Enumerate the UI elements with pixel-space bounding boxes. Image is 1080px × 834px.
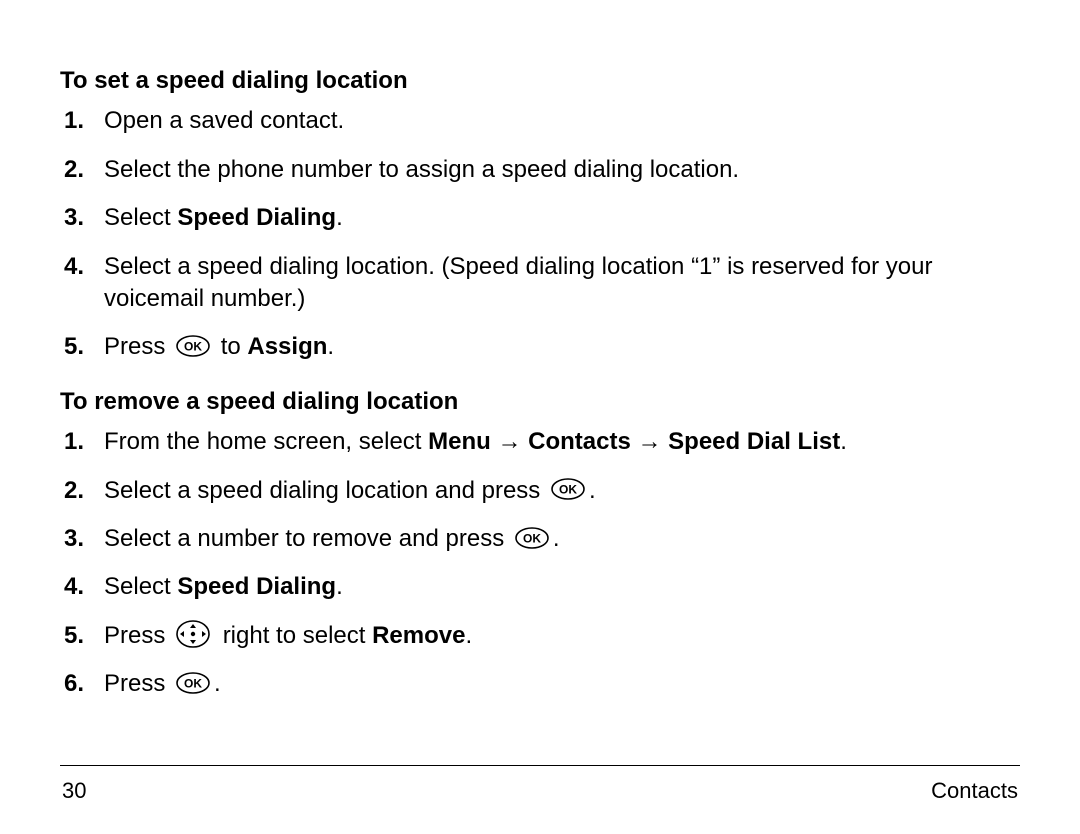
bold-term: Remove — [372, 622, 465, 649]
text-fragment: From the home screen, select — [104, 428, 428, 455]
step-number: 3. — [60, 202, 104, 234]
bold-term: Speed Dialing — [177, 573, 336, 600]
list-item: 5. Press OK to Assign. — [60, 331, 1020, 363]
document-content: To set a speed dialing location 1. Open … — [60, 65, 1020, 765]
text-fragment: Select a number to remove and press — [104, 525, 511, 552]
list-item: 3. Select Speed Dialing. — [60, 202, 1020, 234]
step-text: Press OK to Assign. — [104, 331, 1020, 363]
step-text: Open a saved contact. — [104, 105, 1020, 137]
text-fragment: Select a speed dialing location and pres… — [104, 477, 547, 504]
text-fragment: . — [214, 670, 221, 697]
steps-list-set: 1. Open a saved contact. 2. Select the p… — [60, 105, 1020, 363]
svg-text:OK: OK — [184, 676, 202, 690]
step-text: Select a number to remove and press OK . — [104, 523, 1020, 555]
list-item: 6. Press OK . — [60, 668, 1020, 700]
text-fragment: Press — [104, 333, 172, 360]
list-item: 2. Select the phone number to assign a s… — [60, 154, 1020, 186]
step-text: Press right to select Remove. — [104, 620, 1020, 652]
bold-term: Assign — [247, 333, 327, 360]
ok-button-icon: OK — [176, 335, 210, 357]
list-item: 3. Select a number to remove and press O… — [60, 523, 1020, 555]
navigation-key-icon — [176, 620, 210, 648]
list-item: 1. Open a saved contact. — [60, 105, 1020, 137]
text-fragment: . — [465, 622, 472, 649]
steps-list-remove: 1. From the home screen, select Menu → C… — [60, 426, 1020, 700]
list-item: 2. Select a speed dialing location and p… — [60, 475, 1020, 507]
step-number: 4. — [60, 571, 104, 603]
section-heading-remove: To remove a speed dialing location — [60, 386, 1020, 418]
step-text: Press OK . — [104, 668, 1020, 700]
text-fragment: . — [553, 525, 560, 552]
step-text: Select the phone number to assign a spee… — [104, 154, 1020, 186]
step-text: Select Speed Dialing. — [104, 571, 1020, 603]
step-number: 4. — [60, 251, 104, 283]
step-number: 6. — [60, 668, 104, 700]
text-fragment: Press — [104, 670, 172, 697]
page-footer: 30 Contacts — [60, 765, 1020, 834]
step-number: 1. — [60, 426, 104, 458]
text-fragment: . — [327, 333, 334, 360]
list-item: 4. Select Speed Dialing. — [60, 571, 1020, 603]
document-page: To set a speed dialing location 1. Open … — [0, 0, 1080, 834]
bold-term: Speed Dialing — [177, 204, 336, 231]
text-fragment: Select — [104, 204, 177, 231]
text-fragment: . — [589, 477, 596, 504]
step-number: 1. — [60, 105, 104, 137]
step-number: 5. — [60, 620, 104, 652]
text-fragment: . — [336, 573, 343, 600]
section-heading-set: To set a speed dialing location — [60, 65, 1020, 97]
list-item: 1. From the home screen, select Menu → C… — [60, 426, 1020, 458]
svg-text:OK: OK — [184, 340, 202, 354]
text-fragment: right to select — [223, 622, 372, 649]
step-text: Select a speed dialing location. (Speed … — [104, 251, 1020, 316]
ok-button-icon: OK — [515, 527, 549, 549]
ok-button-icon: OK — [551, 478, 585, 500]
text-fragment: . — [840, 428, 847, 455]
text-fragment: to — [221, 333, 248, 360]
step-number: 5. — [60, 331, 104, 363]
chapter-name: Contacts — [931, 778, 1018, 804]
step-text: Select Speed Dialing. — [104, 202, 1020, 234]
step-number: 3. — [60, 523, 104, 555]
step-number: 2. — [60, 154, 104, 186]
text-fragment: . — [336, 204, 343, 231]
text-fragment: Press — [104, 622, 172, 649]
bold-term: Menu → Contacts → Speed Dial List — [428, 428, 840, 455]
page-number: 30 — [62, 778, 86, 804]
text-fragment: Select — [104, 573, 177, 600]
step-text: Select a speed dialing location and pres… — [104, 475, 1020, 507]
list-item: 4. Select a speed dialing location. (Spe… — [60, 251, 1020, 316]
step-number: 2. — [60, 475, 104, 507]
svg-text:OK: OK — [523, 531, 541, 545]
svg-text:OK: OK — [559, 483, 577, 497]
list-item: 5. Press right to select Remove — [60, 620, 1020, 652]
step-text: From the home screen, select Menu → Cont… — [104, 426, 1020, 458]
ok-button-icon: OK — [176, 672, 210, 694]
